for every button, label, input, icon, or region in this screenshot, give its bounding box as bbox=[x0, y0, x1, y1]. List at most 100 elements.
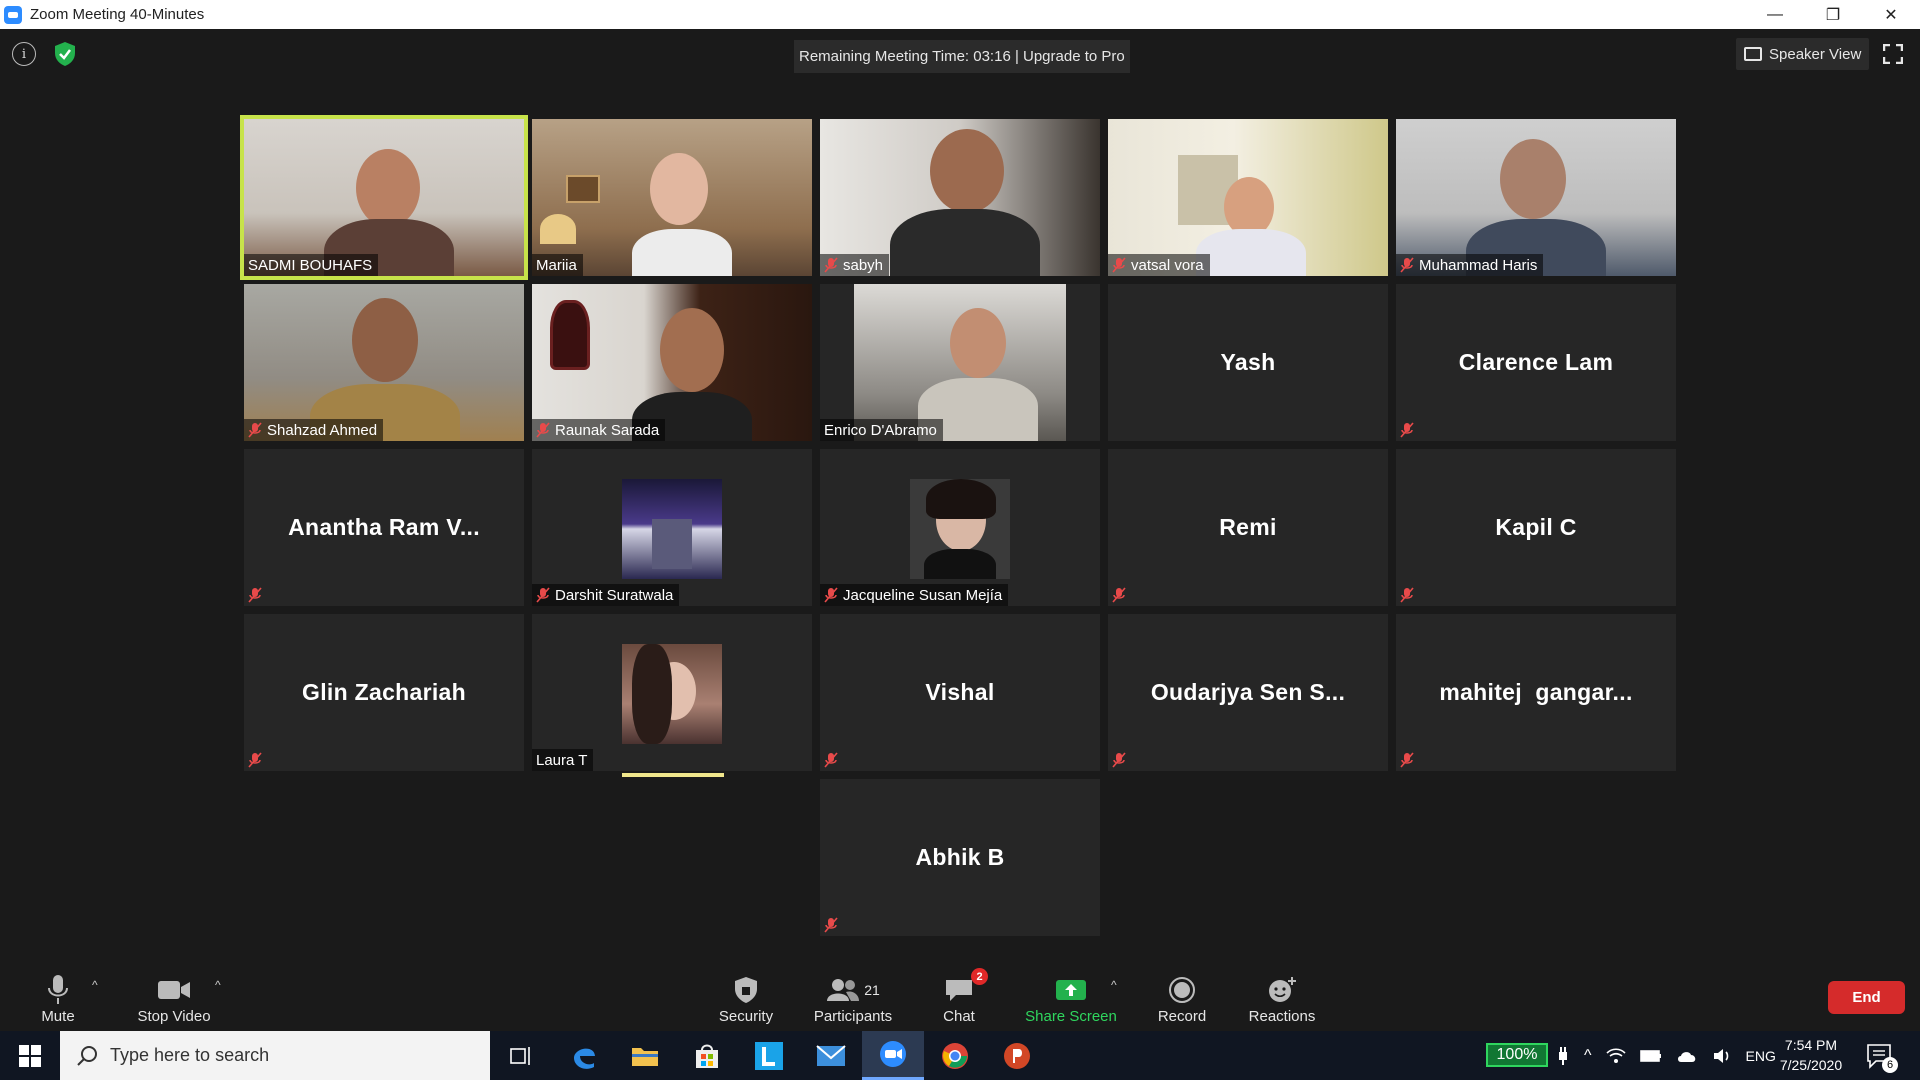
reactions-smiley-icon bbox=[1269, 977, 1296, 1002]
participant-tile[interactable]: Anantha Ram V... bbox=[244, 449, 524, 606]
security-button[interactable]: Security bbox=[714, 956, 778, 1031]
show-hidden-icons-chevron-icon[interactable]: ^ bbox=[1584, 1047, 1592, 1065]
stop-video-button[interactable]: Stop Video bbox=[134, 956, 214, 1031]
mic-muted-icon bbox=[248, 752, 262, 768]
battery-percentage[interactable]: 100% bbox=[1486, 1043, 1548, 1067]
taskbar-edge[interactable] bbox=[553, 1031, 615, 1080]
restore-button[interactable]: ❐ bbox=[1804, 0, 1862, 29]
participant-tile[interactable]: Clarence Lam bbox=[1396, 284, 1676, 441]
participant-tile[interactable]: Darshit Suratwala bbox=[532, 449, 812, 606]
reactions-label: Reactions bbox=[1248, 1008, 1316, 1025]
speaking-indicator bbox=[622, 773, 724, 777]
participant-tile[interactable]: Mariia bbox=[532, 119, 812, 276]
battery-icon[interactable] bbox=[1639, 1049, 1662, 1063]
participant-label: Jacqueline Susan Mejía bbox=[820, 584, 1009, 606]
encryption-shield-icon[interactable] bbox=[54, 41, 76, 67]
video-camera-icon bbox=[158, 981, 190, 999]
participant-tile[interactable]: sabyh bbox=[820, 119, 1100, 276]
mute-button[interactable]: Mute bbox=[34, 956, 82, 1031]
speaker-view-button[interactable]: Speaker View bbox=[1736, 38, 1870, 70]
participant-tile[interactable]: Kapil C bbox=[1396, 449, 1676, 606]
participant-name-center: mahitej gangar... bbox=[1439, 679, 1633, 705]
participant-tile[interactable]: SADMI BOUHAFS bbox=[240, 115, 528, 280]
participant-tile[interactable]: Yash bbox=[1108, 284, 1388, 441]
participant-name-center: Glin Zachariah bbox=[302, 679, 466, 705]
participant-name-center: Yash bbox=[1220, 349, 1276, 375]
participant-name: Darshit Suratwala bbox=[555, 586, 674, 604]
participant-tile[interactable]: Oudarjya Sen S... bbox=[1108, 614, 1388, 771]
fullscreen-icon[interactable] bbox=[1883, 44, 1903, 64]
participant-name-center: Remi bbox=[1219, 514, 1277, 540]
share-screen-button[interactable]: Share Screen bbox=[1024, 956, 1118, 1031]
participant-tile[interactable]: Remi bbox=[1108, 449, 1388, 606]
participant-name: Muhammad Haris bbox=[1419, 256, 1538, 274]
microphone-icon bbox=[48, 975, 68, 1004]
search-placeholder: Type here to search bbox=[110, 1045, 270, 1065]
video-options-chevron-icon[interactable]: ^ bbox=[215, 978, 221, 992]
share-screen-label: Share Screen bbox=[1025, 1008, 1117, 1025]
edge-browser-icon bbox=[574, 1048, 595, 1069]
system-tray: ^ ENG bbox=[1556, 1031, 1776, 1080]
participant-label: Laura T bbox=[532, 749, 594, 771]
window-title: Zoom Meeting 40-Minutes bbox=[30, 6, 205, 23]
chat-unread-badge: 2 bbox=[971, 968, 988, 985]
close-button[interactable]: ✕ bbox=[1862, 0, 1920, 29]
participant-tile[interactable]: vatsal vora bbox=[1108, 119, 1388, 276]
security-label: Security bbox=[718, 1008, 774, 1025]
mic-muted-icon bbox=[824, 752, 838, 768]
participant-tile[interactable]: Muhammad Haris bbox=[1396, 119, 1676, 276]
participant-video bbox=[1108, 119, 1388, 276]
task-view-button[interactable] bbox=[490, 1031, 552, 1080]
taskbar-chrome[interactable] bbox=[924, 1031, 986, 1080]
meeting-info-icon[interactable]: i bbox=[12, 42, 36, 66]
taskbar-file-explorer[interactable] bbox=[614, 1031, 676, 1080]
wifi-icon[interactable] bbox=[1605, 1047, 1626, 1065]
participant-avatar bbox=[622, 479, 722, 579]
record-button[interactable]: Record bbox=[1156, 956, 1208, 1031]
mic-muted-icon bbox=[1112, 587, 1126, 603]
chat-button[interactable]: 2 Chat bbox=[937, 956, 988, 1031]
record-icon bbox=[1169, 977, 1195, 1003]
participants-button[interactable]: 21 Participants bbox=[812, 956, 894, 1031]
taskbar-store[interactable] bbox=[676, 1031, 738, 1080]
participant-tile[interactable]: Vishal bbox=[820, 614, 1100, 771]
participant-tile[interactable]: Raunak Sarada bbox=[532, 284, 812, 441]
taskbar-clock[interactable]: 7:54 PM 7/25/2020 bbox=[1766, 1035, 1856, 1075]
share-options-chevron-icon[interactable]: ^ bbox=[1111, 978, 1117, 992]
mic-muted-icon bbox=[824, 587, 838, 603]
minimize-button[interactable]: — bbox=[1746, 0, 1804, 29]
end-meeting-button[interactable]: End bbox=[1828, 981, 1905, 1014]
participant-tile[interactable]: Shahzad Ahmed bbox=[244, 284, 524, 441]
onedrive-cloud-icon[interactable] bbox=[1676, 1049, 1698, 1063]
taskbar-app-l[interactable] bbox=[738, 1031, 800, 1080]
taskbar-zoom[interactable] bbox=[862, 1031, 924, 1080]
volume-speaker-icon[interactable] bbox=[1712, 1047, 1732, 1065]
taskbar-mail[interactable] bbox=[800, 1031, 862, 1080]
participant-tile[interactable]: mahitej gangar... bbox=[1396, 614, 1676, 771]
participant-tile[interactable]: Abhik B bbox=[820, 779, 1100, 936]
taskbar-powerpoint[interactable] bbox=[986, 1031, 1048, 1080]
participant-tile[interactable]: Laura T bbox=[532, 614, 812, 771]
participant-video bbox=[244, 284, 524, 441]
taskbar-search-box[interactable]: Type here to search bbox=[60, 1031, 490, 1080]
stop-video-label: Stop Video bbox=[137, 1008, 211, 1025]
start-button[interactable] bbox=[0, 1031, 60, 1080]
mute-label: Mute bbox=[41, 1008, 75, 1025]
participant-name-center: Anantha Ram V... bbox=[288, 514, 480, 540]
participant-name: sabyh bbox=[843, 256, 884, 274]
participant-tile[interactable]: Glin Zachariah bbox=[244, 614, 524, 771]
power-plug-icon[interactable] bbox=[1556, 1046, 1570, 1066]
participant-tile[interactable]: Jacqueline Susan Mejía bbox=[820, 449, 1100, 606]
powerpoint-icon bbox=[1004, 1042, 1030, 1069]
store-bag-icon bbox=[696, 1044, 718, 1068]
reactions-button[interactable]: Reactions bbox=[1246, 956, 1318, 1031]
participant-label: SADMI BOUHAFS bbox=[244, 254, 379, 276]
mic-muted-icon bbox=[1112, 257, 1126, 273]
participant-tile[interactable]: Enrico D'Abramo bbox=[820, 284, 1100, 441]
mic-muted-icon bbox=[248, 422, 262, 438]
clock-time: 7:54 PM bbox=[1784, 1037, 1838, 1053]
participant-name-center: Kapil C bbox=[1495, 514, 1577, 540]
remaining-time-banner[interactable]: Remaining Meeting Time: 03:16 | Upgrade … bbox=[794, 40, 1130, 73]
participant-avatar bbox=[910, 479, 1010, 579]
audio-options-chevron-icon[interactable]: ^ bbox=[92, 978, 98, 992]
